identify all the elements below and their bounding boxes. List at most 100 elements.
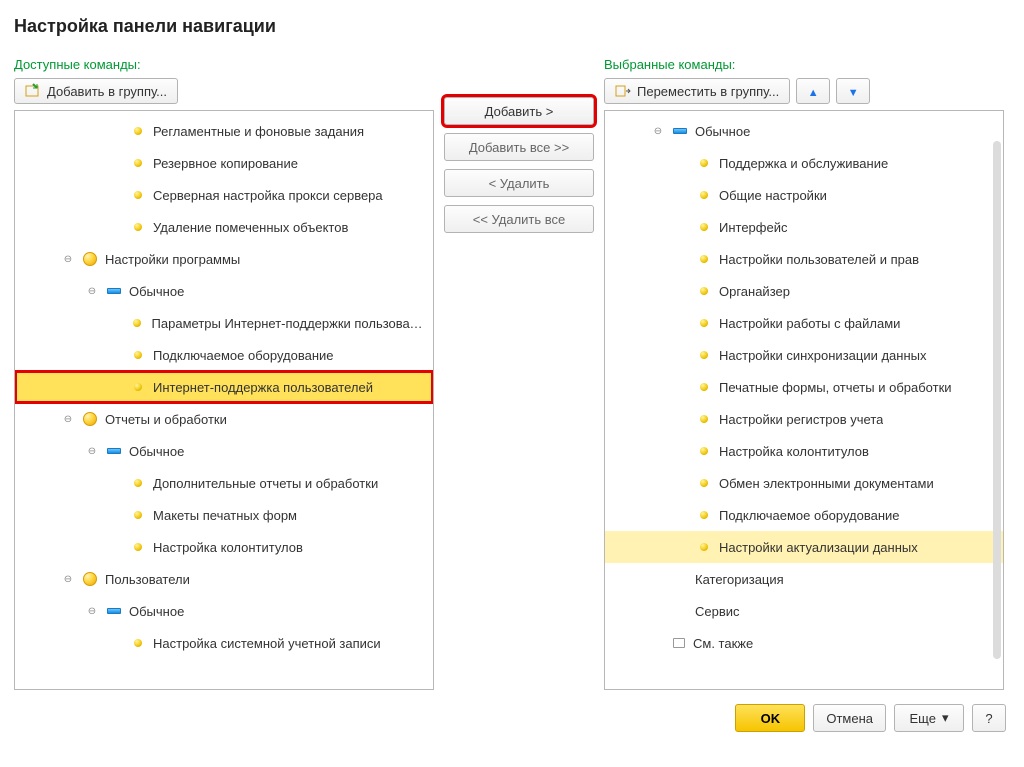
tree-item-label: Поддержка и обслуживание [719,156,888,171]
add-to-group-button[interactable]: Добавить в группу... [14,78,178,104]
expand-icon[interactable]: ⊖ [651,124,665,138]
tree-item[interactable]: Параметры Интернет-поддержки пользовател… [15,307,433,339]
tree-item-label: Настройки работы с файлами [719,316,900,331]
tree-item[interactable]: Серверная настройка прокси сервера [15,179,433,211]
expand-icon [675,476,689,490]
tree-item[interactable]: Настройки пользователей и прав [605,243,1003,275]
expand-icon[interactable]: ⊖ [61,412,75,426]
group-icon [107,288,121,294]
tree-item[interactable]: Общие настройки [605,179,1003,211]
expand-icon [675,188,689,202]
expand-icon [109,508,123,522]
expand-icon [109,220,123,234]
add-all-button[interactable]: Добавить все >> [444,133,594,161]
bullet-icon [700,191,708,199]
chevron-down-icon [942,710,949,726]
expand-icon[interactable]: ⊖ [85,284,99,298]
tree-item[interactable]: Сервис [605,595,1003,627]
available-label: Доступные команды: [14,57,434,72]
expand-icon[interactable]: ⊖ [85,444,99,458]
tree-item[interactable]: Органайзер [605,275,1003,307]
move-down-button[interactable] [836,78,870,104]
expand-icon [109,380,123,394]
expand-icon [675,348,689,362]
arrow-up-icon [808,84,819,99]
selected-tree[interactable]: ⊖Обычное Поддержка и обслуживание Общие на… [604,110,1004,690]
tree-item-label: Серверная настройка прокси сервера [153,188,383,203]
tree-item[interactable]: Настройки работы с файлами [605,307,1003,339]
help-button[interactable]: ? [972,704,1006,732]
more-button[interactable]: Еще [894,704,964,732]
add-button[interactable]: Добавить > [444,97,594,125]
bullet-icon [700,479,708,487]
tree-item[interactable]: Печатные формы, отчеты и обработки [605,371,1003,403]
tree-item-label: Настройки регистров учета [719,412,883,427]
expand-icon [651,636,665,650]
bullet-icon [134,191,142,199]
folder-icon [83,412,97,426]
tree-item[interactable]: ⊖ Обычное [15,435,433,467]
tree-item[interactable]: Регламентные и фоновые задания [15,115,433,147]
bullet-icon [134,543,142,551]
tree-item[interactable]: Подключаемое оборудование [605,499,1003,531]
tree-item-label: Настройка колонтитулов [719,444,869,459]
bullet-icon [700,543,708,551]
expand-icon[interactable]: ⊖ [61,252,75,266]
tree-item-label: Подключаемое оборудование [153,348,334,363]
bullet-icon [134,639,142,647]
ok-button[interactable]: OK [735,704,805,732]
tree-item[interactable]: Настройка системной учетной записи [15,627,433,659]
tree-item[interactable]: Удаление помеченных объектов [15,211,433,243]
expand-icon[interactable]: ⊖ [61,572,75,586]
remove-button[interactable]: < Удалить [444,169,594,197]
tree-item[interactable]: Настройка колонтитулов [605,435,1003,467]
expand-icon [675,380,689,394]
dialog-title: Настройка панели навигации [14,16,1010,37]
expand-icon [651,604,665,618]
expand-icon [675,316,689,330]
expand-icon [675,156,689,170]
tree-item[interactable]: Поддержка и обслуживание [605,147,1003,179]
tree-item[interactable]: Макеты печатных форм [15,499,433,531]
move-to-group-button[interactable]: Переместить в группу... [604,78,790,104]
expand-icon [675,444,689,458]
tree-item[interactable]: ⊖Обычное [15,275,433,307]
tree-item[interactable]: Категоризация [605,563,1003,595]
tree-item[interactable]: Настройки синхронизации данных [605,339,1003,371]
tree-item[interactable]: Подключаемое оборудование [15,339,433,371]
scrollbar[interactable] [993,141,1001,659]
tree-item-label: Резервное копирование [153,156,298,171]
remove-all-button[interactable]: << Удалить все [444,205,594,233]
add-to-group-label: Добавить в группу... [47,84,167,99]
tree-item[interactable]: См. также [605,627,1003,659]
tree-item[interactable]: Обмен электронными документами [605,467,1003,499]
expand-icon[interactable]: ⊖ [85,604,99,618]
tree-item[interactable]: ⊖Настройки программы [15,243,433,275]
tree-item[interactable]: Настройки регистров учета [605,403,1003,435]
tree-item[interactable]: ⊖Пользователи [15,563,433,595]
group-icon [673,128,687,134]
expand-icon [109,316,122,330]
move-up-button[interactable] [796,78,830,104]
bullet-icon [134,127,142,135]
tree-item[interactable]: Настройка колонтитулов [15,531,433,563]
cancel-button[interactable]: Отмена [813,704,886,732]
tree-item[interactable]: Настройки актуализации данных [605,531,1003,563]
tree-item[interactable]: Резервное копирование [15,147,433,179]
bullet-icon [700,319,708,327]
expand-icon [109,636,123,650]
tree-item[interactable]: ⊖Обычное [605,115,1003,147]
tree-item-label: Обычное [129,444,184,459]
tree-item[interactable]: Дополнительные отчеты и обработки [15,467,433,499]
folder-icon [83,572,97,586]
available-tree[interactable]: Регламентные и фоновые задания Резервное … [14,110,434,690]
tree-item[interactable]: Интерфейс [605,211,1003,243]
bullet-icon [700,255,708,263]
tree-item[interactable]: ⊖Отчеты и обработки [15,403,433,435]
tree-item[interactable]: ⊖Обычное [15,595,433,627]
more-label: Еще [910,711,936,726]
tree-item[interactable]: Интернет-поддержка пользователей [15,371,433,403]
tree-item-label: Подключаемое оборудование [719,508,900,523]
bullet-icon [700,415,708,423]
bullet-icon [700,511,708,519]
